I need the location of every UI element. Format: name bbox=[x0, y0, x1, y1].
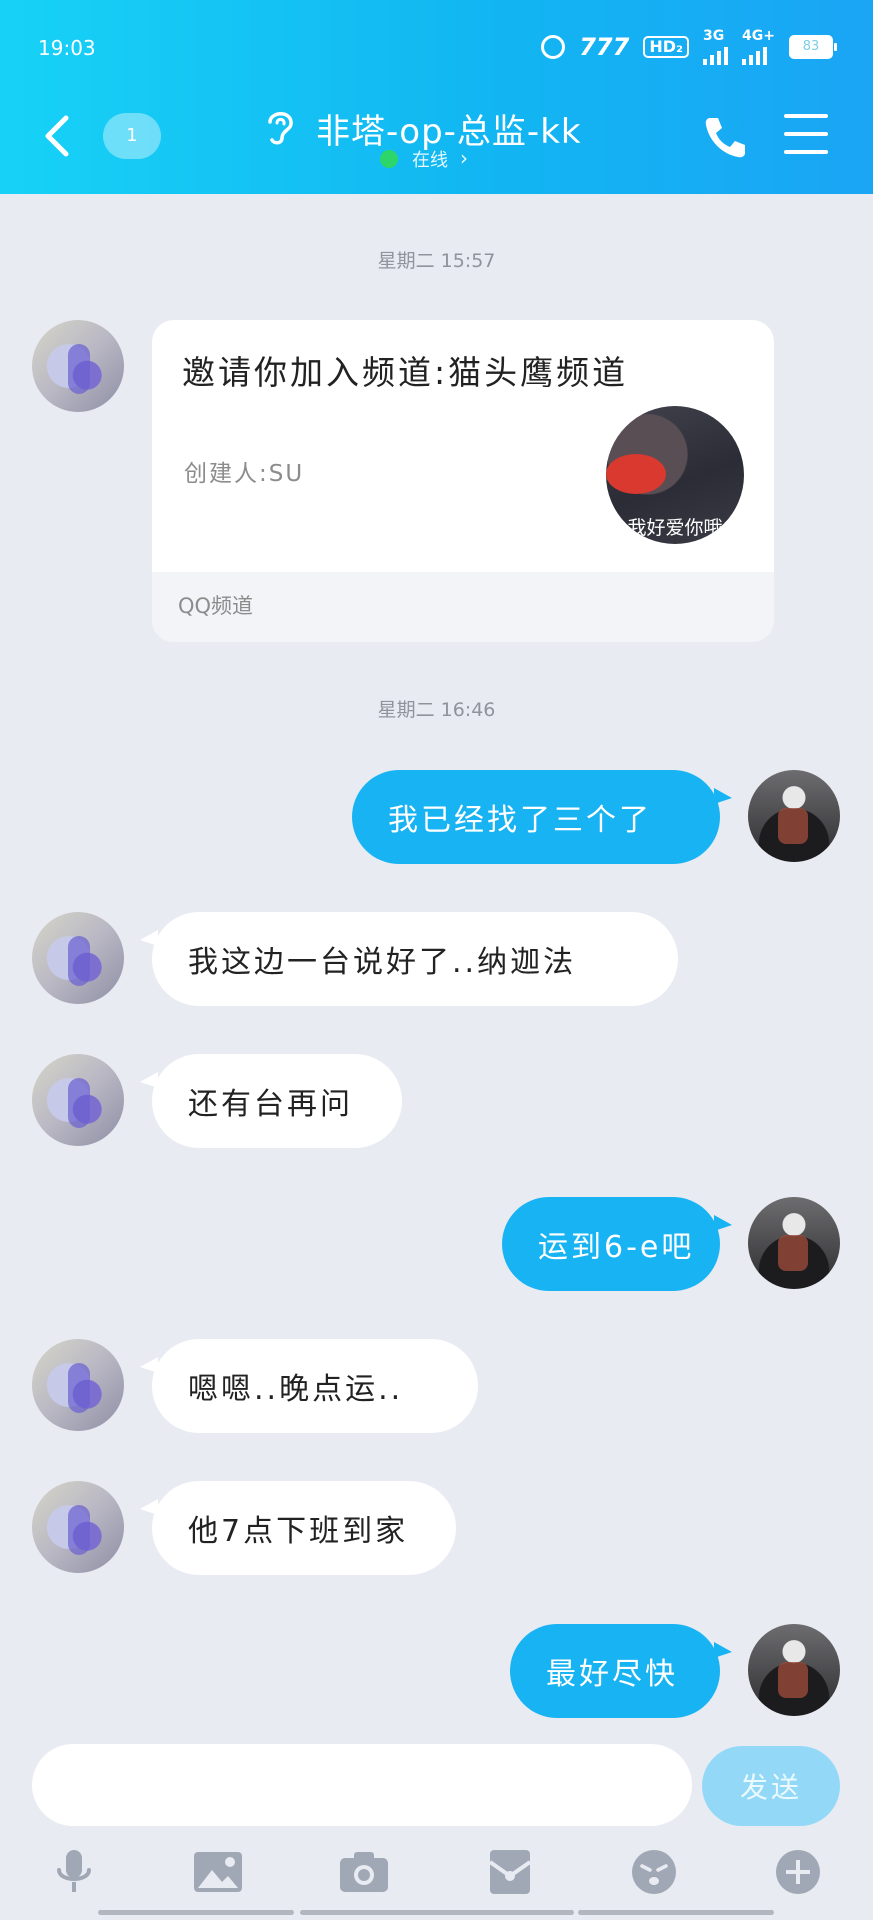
message-bubble-incoming[interactable]: 还有台再问 bbox=[140, 1054, 402, 1148]
online-status-dot bbox=[380, 150, 398, 168]
message-bubble-incoming[interactable]: 我这边一台说好了..纳迦法 bbox=[140, 912, 678, 1006]
message-bubble-outgoing[interactable]: 最好尽快 bbox=[510, 1624, 732, 1718]
message-text: 我已经找了三个了 bbox=[388, 803, 652, 838]
battery-icon: 83 bbox=[789, 35, 837, 59]
card-creator: 创建人:SU bbox=[184, 461, 305, 487]
channel-avatar-caption: 我好爱你哦 bbox=[627, 517, 723, 539]
hd-voice-icon: HD₂ bbox=[643, 36, 690, 58]
message-bubble-outgoing[interactable]: 运到6-e吧 bbox=[502, 1197, 732, 1291]
red-packet-icon bbox=[488, 1850, 532, 1894]
timestamp: 星期二 16:46 bbox=[377, 699, 496, 721]
card-source-label: QQ频道 bbox=[178, 594, 254, 618]
signal-bars-icon bbox=[703, 43, 729, 65]
scroll-indicator bbox=[578, 1910, 774, 1915]
friend-avatar[interactable] bbox=[32, 912, 124, 1004]
message-bubble-incoming[interactable]: 他7点下班到家 bbox=[140, 1481, 456, 1575]
channel-invite-card[interactable]: 邀请你加入频道:猫头鹰频道 创建人:SU 我好爱你哦 QQ频道 bbox=[152, 320, 774, 642]
card-footer: QQ频道 bbox=[152, 572, 774, 642]
signal-bars-icon bbox=[742, 43, 768, 65]
emoji-button[interactable] bbox=[630, 1848, 678, 1896]
chat-title: 非塔-op-总监-kk bbox=[316, 112, 582, 152]
friend-avatar[interactable] bbox=[32, 1339, 124, 1431]
alarm-icon bbox=[541, 35, 566, 59]
camera-icon bbox=[340, 1852, 388, 1892]
friend-avatar[interactable] bbox=[32, 320, 124, 412]
chevron-right-icon: › bbox=[460, 146, 468, 170]
channel-avatar: 我好爱你哦 bbox=[606, 406, 744, 544]
status-icons: 777 HD₂ 3G 4G+ 83 bbox=[541, 28, 837, 65]
camera-button[interactable] bbox=[338, 1848, 390, 1896]
message-text: 运到6-e吧 bbox=[538, 1230, 695, 1265]
signal-4g: 4G+ bbox=[742, 29, 775, 65]
scroll-indicator bbox=[98, 1910, 294, 1915]
menu-button[interactable] bbox=[784, 114, 828, 154]
unread-count-badge[interactable]: 1 bbox=[103, 113, 161, 159]
red-packet-button[interactable] bbox=[486, 1848, 534, 1896]
emoji-icon bbox=[632, 1850, 676, 1894]
network-4g-label: 4G+ bbox=[742, 28, 775, 44]
message-bubble-outgoing[interactable]: 我已经找了三个了 bbox=[352, 770, 732, 864]
image-icon bbox=[194, 1852, 242, 1892]
my-avatar[interactable] bbox=[748, 770, 840, 862]
chat-header: 19:03 777 HD₂ 3G 4G+ 83 1 非塔-op-总监-kk 在线 bbox=[0, 0, 873, 194]
my-avatar[interactable] bbox=[748, 1197, 840, 1289]
plus-icon bbox=[776, 1850, 820, 1894]
my-avatar[interactable] bbox=[748, 1624, 840, 1716]
friend-avatar[interactable] bbox=[32, 1481, 124, 1573]
chevron-left-icon bbox=[45, 115, 69, 157]
network-3g-label: 3G bbox=[703, 28, 725, 44]
scroll-indicator bbox=[300, 1910, 574, 1915]
friend-avatar[interactable] bbox=[32, 1054, 124, 1146]
back-button[interactable] bbox=[38, 112, 78, 160]
microphone-icon bbox=[57, 1850, 91, 1892]
voice-button[interactable] bbox=[50, 1848, 98, 1896]
chat-title-area[interactable]: 非塔-op-总监-kk 在线 › bbox=[260, 100, 600, 176]
message-text: 嗯嗯..晚点运.. bbox=[188, 1372, 404, 1407]
menu-icon bbox=[784, 114, 828, 154]
message-text: 还有台再问 bbox=[188, 1087, 353, 1122]
status-time: 19:03 bbox=[38, 36, 96, 60]
message-input[interactable] bbox=[32, 1744, 692, 1826]
message-bubble-incoming[interactable]: 嗯嗯..晚点运.. bbox=[140, 1339, 478, 1433]
signal-3g: 3G bbox=[703, 28, 729, 65]
ear-icon bbox=[268, 112, 293, 145]
more-button[interactable] bbox=[774, 1848, 822, 1896]
send-button[interactable]: 发送 bbox=[702, 1746, 840, 1826]
status-bar: 19:03 777 HD₂ 3G 4G+ 83 bbox=[0, 0, 873, 96]
timestamp: 星期二 15:57 bbox=[377, 250, 496, 272]
message-text: 他7点下班到家 bbox=[188, 1514, 409, 1549]
phone-call-button[interactable] bbox=[700, 112, 750, 162]
online-status-label: 在线 bbox=[412, 150, 448, 171]
carrier-icon: 777 bbox=[579, 33, 630, 61]
card-title: 邀请你加入频道:猫头鹰频道 bbox=[182, 353, 629, 392]
phone-icon bbox=[705, 118, 745, 158]
message-text: 我这边一台说好了..纳迦法 bbox=[188, 945, 577, 980]
gallery-button[interactable] bbox=[192, 1848, 244, 1896]
message-text: 最好尽快 bbox=[546, 1657, 678, 1692]
input-toolbar bbox=[0, 1840, 873, 1900]
